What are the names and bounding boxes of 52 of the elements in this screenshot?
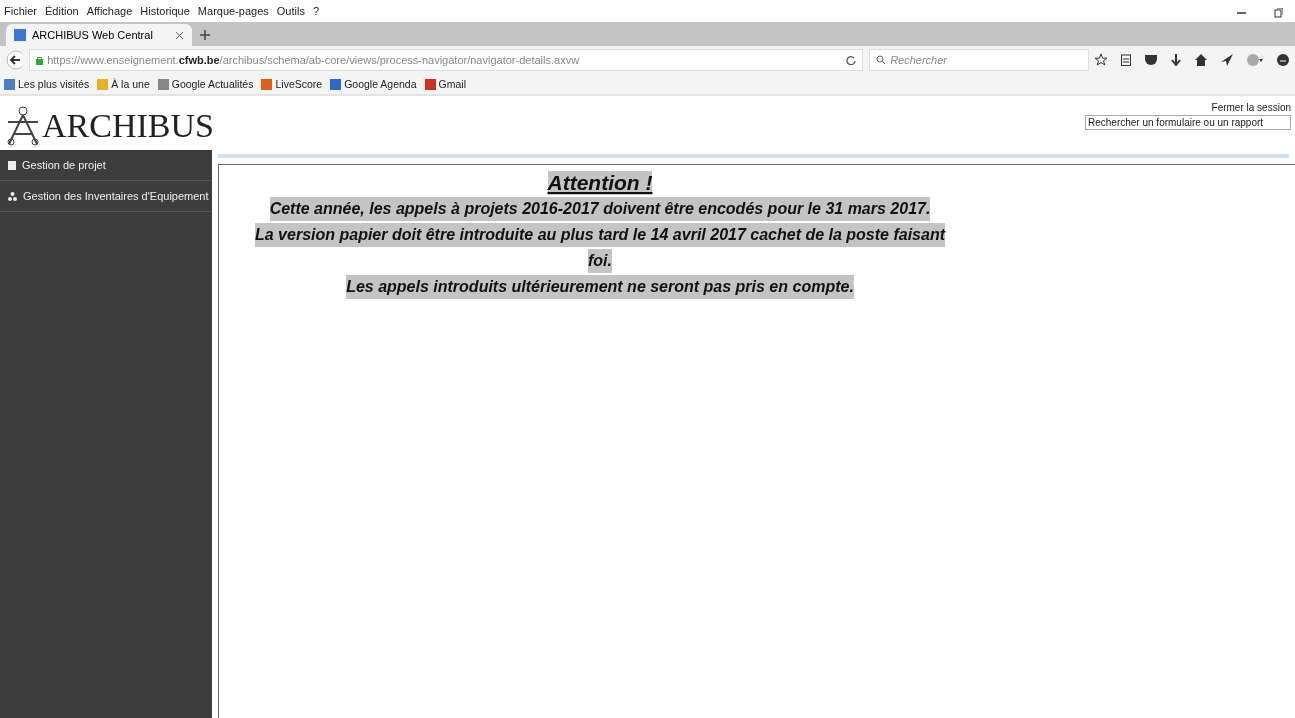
logout-link[interactable]: Fermer la session [1211,102,1291,113]
form-search-field[interactable]: Rechercher un formulaire ou un rapport [1085,115,1291,130]
hierarchy-icon [8,191,17,201]
bookmark-link[interactable]: LiveScore [261,78,323,90]
notice-text: foi. [588,249,612,273]
menu-item[interactable]: Marque-pages [197,5,269,17]
clipboard-icon[interactable] [1121,54,1131,66]
send-icon[interactable] [1221,54,1233,66]
favicon-icon [330,78,342,90]
favicon-icon [157,78,169,90]
menu-item[interactable]: Historique [140,5,190,17]
home-icon[interactable] [1195,54,1207,66]
address-field[interactable]: https://www.enseignement.cfwb.be/archibus/schema/ab-core/views/process-navigator/navigator-details.axvw [29,49,864,71]
favicon-icon [97,78,109,90]
bookmark-link[interactable]: Gmail [424,78,466,90]
bookmark-link[interactable]: À la une [97,78,150,90]
sidebar-item[interactable]: Gestion de projet [0,150,212,181]
favicon-icon [424,78,436,90]
reload-icon[interactable] [846,55,857,65]
url-text: https://www.enseignement.cfwb.be/archibus/schema/ab-core/views/process-navigator/navigator-details.axvw [47,54,580,66]
menu-item[interactable]: ? [312,5,320,17]
browser-search-field[interactable]: Rechercher [869,49,1089,71]
menu-item[interactable]: Affichage [86,5,133,17]
menu-item[interactable]: Outils [276,5,305,17]
logo-text: ARCHIBUS [42,107,214,145]
browser-tab[interactable]: ARCHIBUS Web Central [6,24,192,46]
bookmark-link[interactable]: Google Actualités [157,78,254,90]
search-icon [876,55,887,65]
tab-title: ARCHIBUS Web Central [32,29,153,41]
menu-item[interactable]: Édition [45,5,79,17]
favicon-icon [261,78,273,90]
bookmark-link[interactable]: Google Agenda [330,78,417,90]
document-icon [8,160,16,170]
close-icon[interactable] [175,30,184,40]
search-placeholder: Rechercher [890,54,947,66]
favicon-icon [4,78,15,90]
sidebar-item[interactable]: Gestion des Inventaires d'Equipement [0,181,212,212]
lock-icon [36,55,44,65]
notice-text: Cette année, les appels à projets 2016-2017 doivent être encodés pour le 31 mars 2017. [269,197,931,221]
logo-figure-icon [6,106,40,146]
menu-item[interactable]: Fichier [4,5,37,17]
adblock-icon[interactable] [1247,54,1263,66]
new-tab-icon[interactable] [200,30,210,40]
star-icon[interactable] [1095,54,1107,66]
notice-text: La version papier doit être introduite au plus tard le 14 avril 2017 cachet de la poste faisant [255,223,945,247]
bookmark-link[interactable]: Les plus visités [4,78,90,90]
download-icon[interactable] [1171,54,1181,66]
notice-text: Les appels introduits ultérieurement ne seront pas pris en compte. [346,275,854,299]
restore-icon[interactable] [1274,8,1283,18]
back-icon[interactable] [6,50,24,70]
notice-title: Attention ! [547,171,653,195]
app-favicon [14,29,26,41]
